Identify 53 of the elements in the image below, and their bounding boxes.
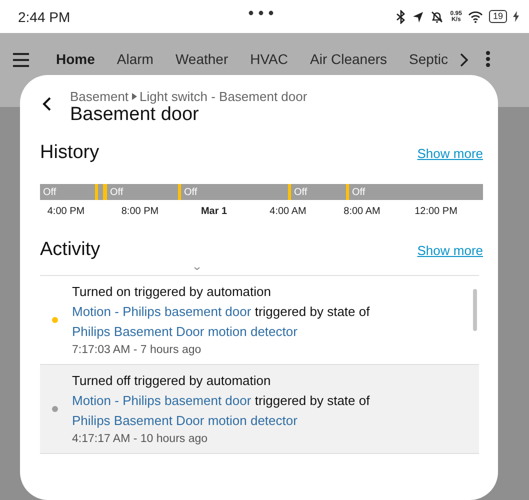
breadcrumb-area: Basement xyxy=(70,89,129,104)
automation-link[interactable]: Motion - Philips basement door xyxy=(72,393,252,408)
axis-tick-label: 4:00 AM xyxy=(268,206,308,217)
activity-entry[interactable]: Turned off triggered by automation Motion - Philips basement door triggered by state of Philips Basement Door motion detector 4:17:17 AM - 10 hours ago xyxy=(40,365,479,454)
bell-off-icon xyxy=(430,10,444,24)
state-change-marker xyxy=(288,184,291,200)
chevron-down-icon xyxy=(194,267,200,270)
state-change-marker xyxy=(178,184,181,200)
segment-label: Off xyxy=(352,186,366,198)
breadcrumb-device: Light switch - Basement door xyxy=(140,89,308,104)
nav-tab[interactable]: Alarm xyxy=(116,47,154,71)
axis-tick-label: 8:00 PM xyxy=(120,206,160,217)
nav-tab[interactable]: Weather xyxy=(175,47,228,71)
nav-tab[interactable]: Septic xyxy=(409,47,448,71)
entry-time: 7:17:03 AM - 7 hours ago xyxy=(72,344,202,356)
entry-title: Turned on triggered by automation xyxy=(72,284,272,299)
state-change-marker xyxy=(346,184,349,200)
triangle-right-icon xyxy=(132,93,137,100)
nav-tab[interactable]: Air Cleaners xyxy=(310,47,388,71)
chevron-right-icon[interactable] xyxy=(458,51,470,69)
entry-time: 4:17:17 AM - 10 hours ago xyxy=(72,433,209,445)
section-heading: Activity xyxy=(40,239,100,261)
segment-label: Off xyxy=(294,186,308,198)
entity-link[interactable]: Philips Basement Door motion detector xyxy=(72,413,298,428)
nav-tab[interactable]: HVAC xyxy=(250,47,288,71)
entry-message: Motion - Philips basement door triggered by state of xyxy=(72,393,370,408)
state-change-marker xyxy=(103,184,107,200)
charging-icon xyxy=(513,11,519,22)
clock: 2:44 PM xyxy=(18,8,70,24)
axis-tick-label: 8:00 AM xyxy=(342,206,382,217)
entry-message: Motion - Philips basement door triggered by state of xyxy=(72,304,370,319)
axis-tick-label: Mar 1 xyxy=(200,206,228,217)
entity-link[interactable]: Philips Basement Door motion detector xyxy=(72,324,298,339)
show-more-link[interactable]: Show more xyxy=(417,242,483,258)
segment-label: Off xyxy=(43,186,56,198)
more-vertical-icon[interactable] xyxy=(484,49,492,69)
nav-tab[interactable]: Home xyxy=(56,47,95,71)
automation-link[interactable]: Motion - Philips basement door xyxy=(72,304,252,319)
battery-level: 19 xyxy=(488,10,507,23)
scrollbar[interactable] xyxy=(473,289,477,331)
show-more-link[interactable]: Show more xyxy=(417,146,483,160)
dialog-title: Basement door xyxy=(70,104,200,126)
wifi-icon xyxy=(468,10,483,22)
segment-label: Off xyxy=(184,186,198,198)
bluetooth-icon xyxy=(396,10,406,24)
entry-title: Turned off triggered by automation xyxy=(72,373,272,388)
axis-tick-label: 4:00 PM xyxy=(46,206,86,217)
section-heading: History xyxy=(40,142,100,164)
segment-label: Off xyxy=(110,186,124,198)
axis-tick-label: 12:00 PM xyxy=(414,206,458,217)
navigation-arrow-icon xyxy=(412,10,424,22)
state-change-marker xyxy=(95,184,98,200)
menu-icon[interactable] xyxy=(10,51,32,69)
